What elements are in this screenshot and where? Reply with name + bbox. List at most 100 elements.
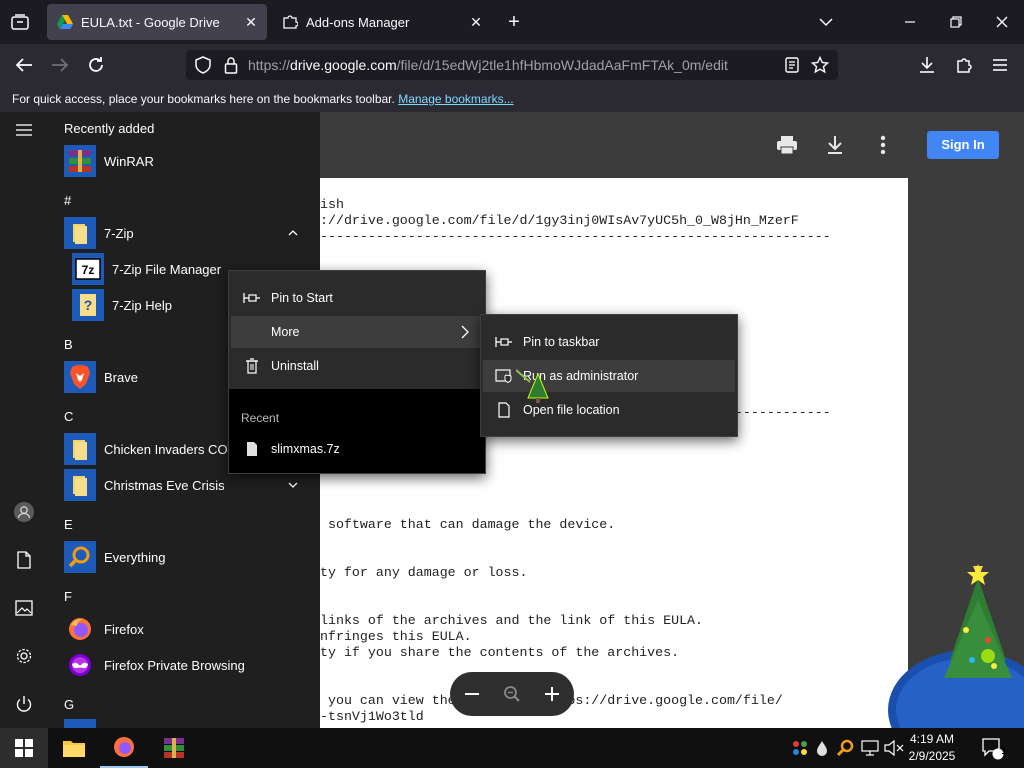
- tab-list-icon[interactable]: [8, 10, 32, 34]
- app-folder-christmas-eve-crisis[interactable]: Christmas Eve Crisis: [64, 467, 225, 503]
- zoom-in-icon[interactable]: [540, 682, 564, 706]
- settings-gear-icon[interactable]: [12, 644, 36, 668]
- folder-icon: [64, 217, 96, 249]
- user-avatar-icon[interactable]: [12, 500, 36, 524]
- pin-icon: [241, 292, 263, 304]
- winrar-icon: [162, 736, 186, 760]
- app-firefox[interactable]: Firefox: [64, 611, 144, 647]
- tray-drop-icon[interactable]: [810, 736, 834, 760]
- tray-network-icon[interactable]: [788, 736, 812, 760]
- recent-file-item[interactable]: slimxmas.7z: [231, 433, 483, 465]
- chevron-up-icon[interactable]: [286, 226, 300, 240]
- menu-label: More: [271, 325, 300, 339]
- menu-label: slimxmas.7z: [271, 442, 340, 456]
- tab-addons-manager[interactable]: Add-ons Manager ✕: [272, 4, 492, 40]
- menu-pin-to-start[interactable]: Pin to Start: [231, 282, 483, 314]
- google-drive-icon: [57, 15, 73, 29]
- zoom-out-icon[interactable]: [460, 682, 484, 706]
- close-window-icon[interactable]: [988, 8, 1016, 36]
- tray-display-icon[interactable]: [858, 736, 882, 760]
- volume-muted-icon[interactable]: [882, 736, 906, 760]
- url-text[interactable]: https://drive.google.com/file/d/15edWj2t…: [248, 57, 728, 73]
- hamburger-menu-icon[interactable]: [988, 53, 1012, 77]
- more-vert-icon[interactable]: [871, 133, 895, 157]
- url-prefix: https://: [248, 57, 291, 73]
- hamburger-menu-icon[interactable]: [12, 118, 36, 142]
- app-label: Firefox: [104, 621, 144, 637]
- folder-icon: [64, 433, 96, 465]
- doc-line: nfringes this EULA.: [320, 629, 472, 644]
- reader-view-icon[interactable]: [780, 53, 804, 77]
- new-tab-icon[interactable]: +: [500, 8, 528, 36]
- zoom-icon[interactable]: [500, 682, 524, 706]
- star-bookmark-icon[interactable]: [808, 53, 832, 77]
- shield-icon[interactable]: [191, 53, 215, 77]
- menu-more[interactable]: More: [231, 316, 483, 348]
- start-button[interactable]: [0, 728, 48, 768]
- chevron-down-icon[interactable]: [812, 8, 840, 36]
- menu-pin-to-taskbar[interactable]: Pin to taskbar: [483, 326, 735, 358]
- close-tab-icon[interactable]: ✕: [468, 14, 484, 30]
- trash-icon: [241, 358, 263, 374]
- documents-icon[interactable]: [12, 548, 36, 572]
- doc-line: ----------------------------------------…: [320, 229, 831, 244]
- svg-text:?: ?: [84, 297, 93, 313]
- pictures-icon[interactable]: [12, 596, 36, 620]
- recent-section: Recent slimxmas.7z: [229, 389, 485, 473]
- app-winrar[interactable]: WinRAR: [64, 143, 154, 179]
- letter-header-g[interactable]: G: [64, 697, 74, 712]
- app-firefox-private[interactable]: Firefox Private Browsing: [64, 647, 245, 683]
- letter-header-hash[interactable]: #: [64, 193, 71, 208]
- url-host: drive.google.com: [290, 57, 397, 73]
- extensions-icon[interactable]: [952, 53, 976, 77]
- print-icon[interactable]: [775, 133, 799, 157]
- tab-strip: EULA.txt - Google Drive ✕ Add-ons Manage…: [0, 0, 1024, 44]
- letter-header-c[interactable]: C: [64, 409, 73, 424]
- file-icon: [241, 441, 263, 457]
- letter-header-b[interactable]: B: [64, 337, 73, 352]
- app-folder-chicken-invaders[interactable]: Chicken Invaders COTD: [64, 431, 245, 467]
- tab-title: Add-ons Manager: [306, 14, 410, 30]
- menu-uninstall[interactable]: Uninstall: [231, 350, 483, 382]
- letter-header-e[interactable]: E: [64, 517, 73, 532]
- folder-icon: [62, 738, 86, 758]
- taskbar-file-explorer[interactable]: [50, 728, 98, 768]
- menu-label: Pin to Start: [271, 291, 333, 305]
- taskbar-clock[interactable]: 4:19 AM 2/9/2025: [904, 731, 960, 765]
- app-everything[interactable]: Everything: [64, 539, 165, 575]
- help-file-icon: ?: [72, 289, 104, 321]
- app-folder-7zip[interactable]: 7-Zip: [64, 215, 134, 251]
- chevron-down-icon[interactable]: [286, 478, 300, 492]
- url-path: /file/d/15edWj2tle1hfHbmoWJdadAaFmFTAk_0…: [396, 57, 728, 73]
- close-tab-icon[interactable]: ✕: [243, 14, 259, 30]
- taskbar-winrar[interactable]: [150, 728, 198, 768]
- letter-header-f[interactable]: F: [64, 589, 72, 604]
- taskbar-firefox[interactable]: [100, 728, 148, 768]
- downloads-icon[interactable]: [915, 53, 939, 77]
- restore-icon[interactable]: [942, 8, 970, 36]
- doc-line: ://drive.google.com/file/d/1gy3inj0WIsAv…: [320, 213, 799, 228]
- windows-logo-icon: [15, 739, 33, 757]
- app-7zip-help[interactable]: ? 7-Zip Help: [72, 287, 172, 323]
- app-brave[interactable]: Brave: [64, 359, 138, 395]
- brave-lion-icon: [64, 361, 96, 393]
- manage-bookmarks-link[interactable]: Manage bookmarks...: [398, 92, 513, 106]
- doc-line: ty if you share the contents of the arch…: [320, 645, 680, 660]
- lock-icon[interactable]: [219, 53, 243, 77]
- power-icon[interactable]: [12, 692, 36, 716]
- app-label: Brave: [104, 369, 138, 385]
- reload-icon[interactable]: [84, 53, 108, 77]
- back-arrow-icon[interactable]: [12, 53, 36, 77]
- winrar-icon: [64, 145, 96, 177]
- sign-in-button[interactable]: Sign In: [927, 131, 999, 159]
- download-icon[interactable]: [823, 133, 847, 157]
- tray-search-icon[interactable]: [834, 736, 858, 760]
- forward-arrow-icon[interactable]: [48, 53, 72, 77]
- app-label: Christmas Eve Crisis: [104, 477, 225, 493]
- 7zip-icon: 7z: [72, 253, 104, 285]
- minimize-icon[interactable]: [896, 8, 924, 36]
- recently-added-header: Recently added: [64, 121, 155, 136]
- file-location-icon: [493, 402, 515, 418]
- app-7zip-file-manager[interactable]: 7z 7-Zip File Manager: [72, 251, 221, 287]
- tab-eula-drive[interactable]: EULA.txt - Google Drive ✕: [47, 4, 267, 40]
